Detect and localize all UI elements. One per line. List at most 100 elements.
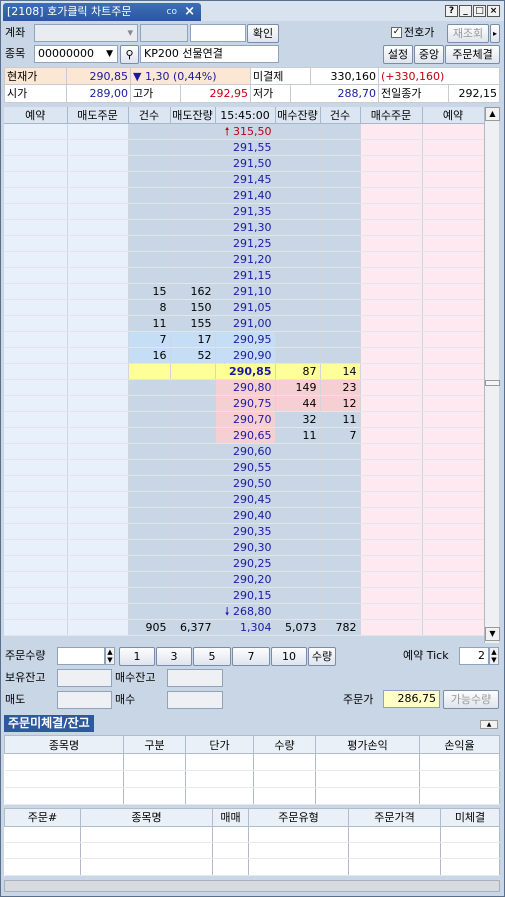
buy-reserve-cell[interactable] <box>422 507 485 524</box>
sell-reserve-cell[interactable] <box>4 587 68 604</box>
sell-reserve-cell[interactable] <box>4 315 68 332</box>
bid-price[interactable]: 290,50 <box>215 475 276 492</box>
buy-order-cell[interactable] <box>360 139 423 156</box>
buy-order-cell[interactable] <box>360 363 423 380</box>
buy-order-cell[interactable] <box>360 347 423 364</box>
sell-reserve-cell[interactable] <box>4 171 68 188</box>
sell-order-cell[interactable] <box>67 155 129 172</box>
buy-order-cell[interactable] <box>360 155 423 172</box>
minimize-button[interactable]: _ <box>459 5 472 17</box>
bid-price[interactable]: 290,45 <box>215 491 276 508</box>
buy-order-cell[interactable] <box>360 571 423 588</box>
sell-reserve-cell[interactable] <box>4 603 68 620</box>
buy-order-cell[interactable] <box>360 587 423 604</box>
buy-order-cell[interactable] <box>360 379 423 396</box>
buy-reserve-cell[interactable] <box>422 155 485 172</box>
sell-order-cell[interactable] <box>67 539 129 556</box>
collapse-icon[interactable]: ▲ <box>480 720 498 729</box>
buy-order-cell[interactable] <box>360 411 423 428</box>
buy-order-cell[interactable] <box>360 443 423 460</box>
ask-price[interactable]: 291,20 <box>215 251 276 268</box>
sell-reserve-cell[interactable] <box>4 443 68 460</box>
sell-order-cell[interactable] <box>67 235 129 252</box>
buy-reserve-cell[interactable] <box>422 219 485 236</box>
sell-reserve-cell[interactable] <box>4 251 68 268</box>
sell-order-cell[interactable] <box>67 443 129 460</box>
bid-price[interactable]: 290,55 <box>215 459 276 476</box>
buy-reserve-cell[interactable] <box>422 555 485 572</box>
buy-order-cell[interactable] <box>360 523 423 540</box>
tab-close-icon[interactable]: × <box>184 3 195 21</box>
sell-order-cell[interactable] <box>67 267 129 284</box>
buy-order-cell[interactable] <box>360 283 423 300</box>
buy-order-cell[interactable] <box>360 251 423 268</box>
refresh-button[interactable]: 재조회 <box>447 24 489 43</box>
sell-order-cell[interactable] <box>67 491 129 508</box>
order-fill-button[interactable]: 주문체결 <box>445 45 500 64</box>
sell-reserve-cell[interactable] <box>4 331 68 348</box>
buy-order-cell[interactable] <box>360 267 423 284</box>
bid-price[interactable]: 290,20 <box>215 571 276 588</box>
buy-reserve-cell[interactable] <box>422 395 485 412</box>
order-qty-input[interactable] <box>57 647 105 665</box>
sell-order-cell[interactable] <box>67 587 129 604</box>
sell-order-cell[interactable] <box>67 171 129 188</box>
settings-button[interactable]: 설정 <box>383 45 413 64</box>
bid-price[interactable]: 290,60 <box>215 443 276 460</box>
bid-price[interactable]: 290,25 <box>215 555 276 572</box>
qty-button-10[interactable]: 10 <box>271 647 307 666</box>
ask-price[interactable]: 291,05 <box>215 299 276 316</box>
sell-order-cell[interactable] <box>67 139 129 156</box>
buy-reserve-cell[interactable] <box>422 571 485 588</box>
ask-price[interactable]: 291,55 <box>215 139 276 156</box>
buy-order-cell[interactable] <box>360 603 423 620</box>
sell-reserve-cell[interactable] <box>4 491 68 508</box>
buy-order-cell[interactable] <box>360 123 423 140</box>
buy-reserve-cell[interactable] <box>422 203 485 220</box>
bid-price[interactable]: 290,80 <box>215 379 276 396</box>
sell-order-cell[interactable] <box>67 411 129 428</box>
window-tab[interactable]: [2108] 호가클릭 차트주문 co × <box>3 3 201 21</box>
bid-price[interactable]: 290,35 <box>215 523 276 540</box>
scroll-down-icon[interactable]: ▼ <box>485 627 500 641</box>
qty-button-3[interactable]: 3 <box>156 647 192 666</box>
close-button[interactable]: × <box>487 5 500 17</box>
buy-reserve-cell[interactable] <box>422 283 485 300</box>
bid-price[interactable]: 290,65 <box>215 427 276 444</box>
ask-price[interactable]: 291,40 <box>215 187 276 204</box>
buy-reserve-cell[interactable] <box>422 587 485 604</box>
sell-order-cell[interactable] <box>67 363 129 380</box>
sell-order-cell[interactable] <box>67 475 129 492</box>
buy-reserve-cell[interactable] <box>422 363 485 380</box>
more-button[interactable]: ▸ <box>490 24 500 43</box>
sell-order-cell[interactable] <box>67 507 129 524</box>
sell-reserve-cell[interactable] <box>4 299 68 316</box>
bid-price[interactable]: 290,40 <box>215 507 276 524</box>
ask-price[interactable]: 291,30 <box>215 219 276 236</box>
buy-order-cell[interactable] <box>360 171 423 188</box>
buy-order-cell[interactable] <box>360 459 423 476</box>
sell-reserve-cell[interactable] <box>4 363 68 380</box>
buy-order-cell[interactable] <box>360 235 423 252</box>
buy-reserve-cell[interactable] <box>422 123 485 140</box>
buy-order-cell[interactable] <box>360 395 423 412</box>
buy-order-cell[interactable] <box>360 475 423 492</box>
buy-order-cell[interactable] <box>360 427 423 444</box>
sell-order-cell[interactable] <box>67 523 129 540</box>
buy-order-cell[interactable] <box>360 299 423 316</box>
buy-reserve-cell[interactable] <box>422 315 485 332</box>
qty-button[interactable]: 수량 <box>308 647 336 666</box>
buy-reserve-cell[interactable] <box>422 347 485 364</box>
sell-order-cell[interactable] <box>67 603 129 620</box>
order-book-scrollbar[interactable]: ▲ ▼ <box>484 107 500 643</box>
sell-reserve-cell[interactable] <box>4 459 68 476</box>
order-price-input[interactable]: 286,75 <box>383 690 440 708</box>
sell-reserve-cell[interactable] <box>4 427 68 444</box>
buy-reserve-cell[interactable] <box>422 427 485 444</box>
bid-price[interactable]: 290,30 <box>215 539 276 556</box>
sell-reserve-cell[interactable] <box>4 395 68 412</box>
sell-reserve-cell[interactable] <box>4 203 68 220</box>
ask-price[interactable]: 291,50 <box>215 155 276 172</box>
sell-order-cell[interactable] <box>67 251 129 268</box>
buy-order-cell[interactable] <box>360 555 423 572</box>
